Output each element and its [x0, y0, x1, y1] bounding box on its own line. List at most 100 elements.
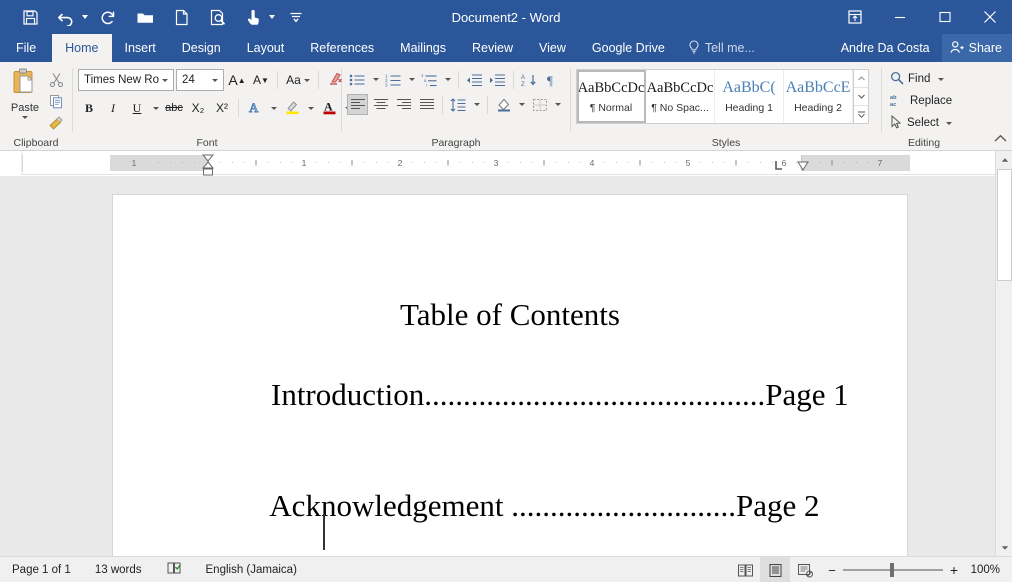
tab-review[interactable]: Review	[459, 34, 526, 62]
redo-icon[interactable]	[91, 2, 127, 32]
bullets-button[interactable]	[347, 69, 368, 90]
tab-stop-marker[interactable]	[774, 160, 786, 172]
vertical-scrollbar[interactable]	[995, 151, 1012, 556]
subscript-button[interactable]: X₂	[187, 97, 209, 119]
tab-mailings[interactable]: Mailings	[387, 34, 459, 62]
bullets-dropdown-icon[interactable]	[370, 69, 381, 90]
shrink-font-button[interactable]: A ▼	[250, 69, 272, 91]
styles-more-icon[interactable]	[854, 106, 868, 123]
web-layout-icon[interactable]	[790, 557, 820, 582]
word-count[interactable]: 13 words	[83, 557, 154, 582]
zoom-thumb[interactable]	[889, 563, 894, 577]
open-folder-icon[interactable]	[127, 2, 163, 32]
superscript-button[interactable]: X²	[211, 97, 233, 119]
scrollbar-thumb[interactable]	[997, 169, 1012, 281]
numbering-dropdown-icon[interactable]	[406, 69, 417, 90]
justify-button[interactable]	[416, 94, 437, 115]
save-icon[interactable]	[12, 2, 48, 32]
change-case-button[interactable]: Aa	[283, 69, 313, 91]
print-preview-icon[interactable]	[199, 2, 235, 32]
underline-dropdown-icon[interactable]	[150, 98, 161, 119]
tab-layout[interactable]: Layout	[234, 34, 298, 62]
touch-mode-dropdown-icon[interactable]	[265, 2, 278, 32]
paste-button[interactable]: Paste	[5, 66, 45, 119]
decrease-indent-button[interactable]	[464, 69, 485, 90]
tab-design[interactable]: Design	[169, 34, 234, 62]
style-heading-1[interactable]: AaBbC( Heading 1	[715, 70, 784, 123]
zoom-out-button[interactable]: −	[828, 563, 836, 578]
style-no-spacing[interactable]: AaBbCcDc ¶ No Spac...	[646, 70, 715, 123]
align-center-button[interactable]	[370, 94, 391, 115]
new-document-icon[interactable]	[163, 2, 199, 32]
show-formatting-marks-button[interactable]: ¶	[542, 69, 563, 90]
find-button[interactable]: Find	[890, 68, 945, 90]
indent-markers-left[interactable]	[198, 153, 220, 177]
copy-icon[interactable]	[45, 91, 67, 111]
minimize-button[interactable]	[877, 0, 922, 34]
collapse-ribbon-button[interactable]	[994, 130, 1007, 148]
language-indicator[interactable]: English (Jamaica)	[194, 557, 309, 582]
zoom-level[interactable]: 100%	[966, 564, 1012, 576]
maximize-button[interactable]	[922, 0, 967, 34]
highlight-button[interactable]	[281, 97, 303, 119]
style-heading-2[interactable]: AaBbCcE Heading 2	[784, 70, 853, 123]
close-button[interactable]	[967, 0, 1012, 34]
font-family-combo[interactable]: Times New Ro	[78, 69, 174, 91]
text-effects-button[interactable]: A	[244, 97, 266, 119]
tab-google-drive[interactable]: Google Drive	[579, 34, 678, 62]
tab-home[interactable]: Home	[52, 34, 112, 62]
tab-insert[interactable]: Insert	[112, 34, 169, 62]
select-button[interactable]: Select	[890, 112, 952, 134]
zoom-slider[interactable]: − +	[820, 562, 966, 578]
print-layout-icon[interactable]	[760, 557, 791, 582]
multilevel-list-button[interactable]: 1ai	[419, 69, 440, 90]
document-page[interactable]: Table of Contents Introduction..........…	[112, 194, 908, 556]
undo-dropdown-icon[interactable]	[78, 2, 91, 32]
line-spacing-dropdown-icon[interactable]	[471, 94, 482, 115]
zoom-track[interactable]	[842, 563, 943, 577]
line-spacing-button[interactable]	[448, 94, 469, 115]
tab-view[interactable]: View	[526, 34, 579, 62]
scroll-up-icon[interactable]	[996, 151, 1012, 168]
strikethrough-button[interactable]: abc	[163, 97, 185, 119]
font-color-button[interactable]: A	[318, 97, 340, 119]
font-size-dropdown-icon[interactable]	[209, 78, 221, 82]
styles-scroll-up-icon[interactable]	[854, 70, 868, 88]
zoom-in-button[interactable]: +	[950, 562, 958, 578]
highlight-dropdown-icon[interactable]	[305, 98, 316, 119]
document-canvas[interactable]: Table of Contents Introduction..........…	[0, 176, 1012, 556]
increase-indent-button[interactable]	[487, 69, 508, 90]
bold-button[interactable]: B	[78, 97, 100, 119]
find-dropdown-icon[interactable]	[938, 77, 945, 81]
numbering-button[interactable]: 123	[383, 69, 404, 90]
replace-button[interactable]: ab ac Replace	[890, 90, 952, 112]
read-mode-icon[interactable]	[730, 557, 760, 582]
text-effects-dropdown-icon[interactable]	[268, 98, 279, 119]
borders-dropdown-icon[interactable]	[552, 94, 563, 115]
shading-button[interactable]	[493, 94, 514, 115]
align-right-button[interactable]	[393, 94, 414, 115]
paste-dropdown-icon[interactable]	[22, 116, 28, 119]
format-painter-icon[interactable]	[45, 113, 67, 133]
underline-button[interactable]: U	[126, 97, 148, 119]
font-family-dropdown-icon[interactable]	[159, 78, 171, 82]
select-dropdown-icon[interactable]	[945, 121, 952, 125]
horizontal-ruler[interactable]: 1 1 2 3 4 5 6 7	[110, 154, 910, 176]
shading-dropdown-icon[interactable]	[516, 94, 527, 115]
sort-button[interactable]: AZ	[519, 69, 540, 90]
align-left-button[interactable]	[347, 94, 368, 115]
proofing-status[interactable]	[154, 557, 194, 582]
multilevel-list-dropdown-icon[interactable]	[442, 69, 453, 90]
tab-file[interactable]: File	[0, 34, 53, 62]
indent-marker-right[interactable]	[795, 159, 811, 173]
account-name[interactable]: Andre Da Costa	[829, 34, 942, 62]
share-button[interactable]: Share	[941, 34, 1012, 62]
scroll-down-icon[interactable]	[996, 539, 1012, 556]
grow-font-button[interactable]: A ▲	[226, 69, 248, 91]
style-normal[interactable]: AaBbCcDc ¶ Normal	[577, 70, 646, 123]
cut-icon[interactable]	[45, 69, 67, 89]
ribbon-display-options-icon[interactable]	[832, 0, 877, 34]
tab-references[interactable]: References	[297, 34, 387, 62]
tell-me-box[interactable]: Tell me...	[678, 34, 765, 62]
customize-qat-icon[interactable]	[278, 2, 314, 32]
